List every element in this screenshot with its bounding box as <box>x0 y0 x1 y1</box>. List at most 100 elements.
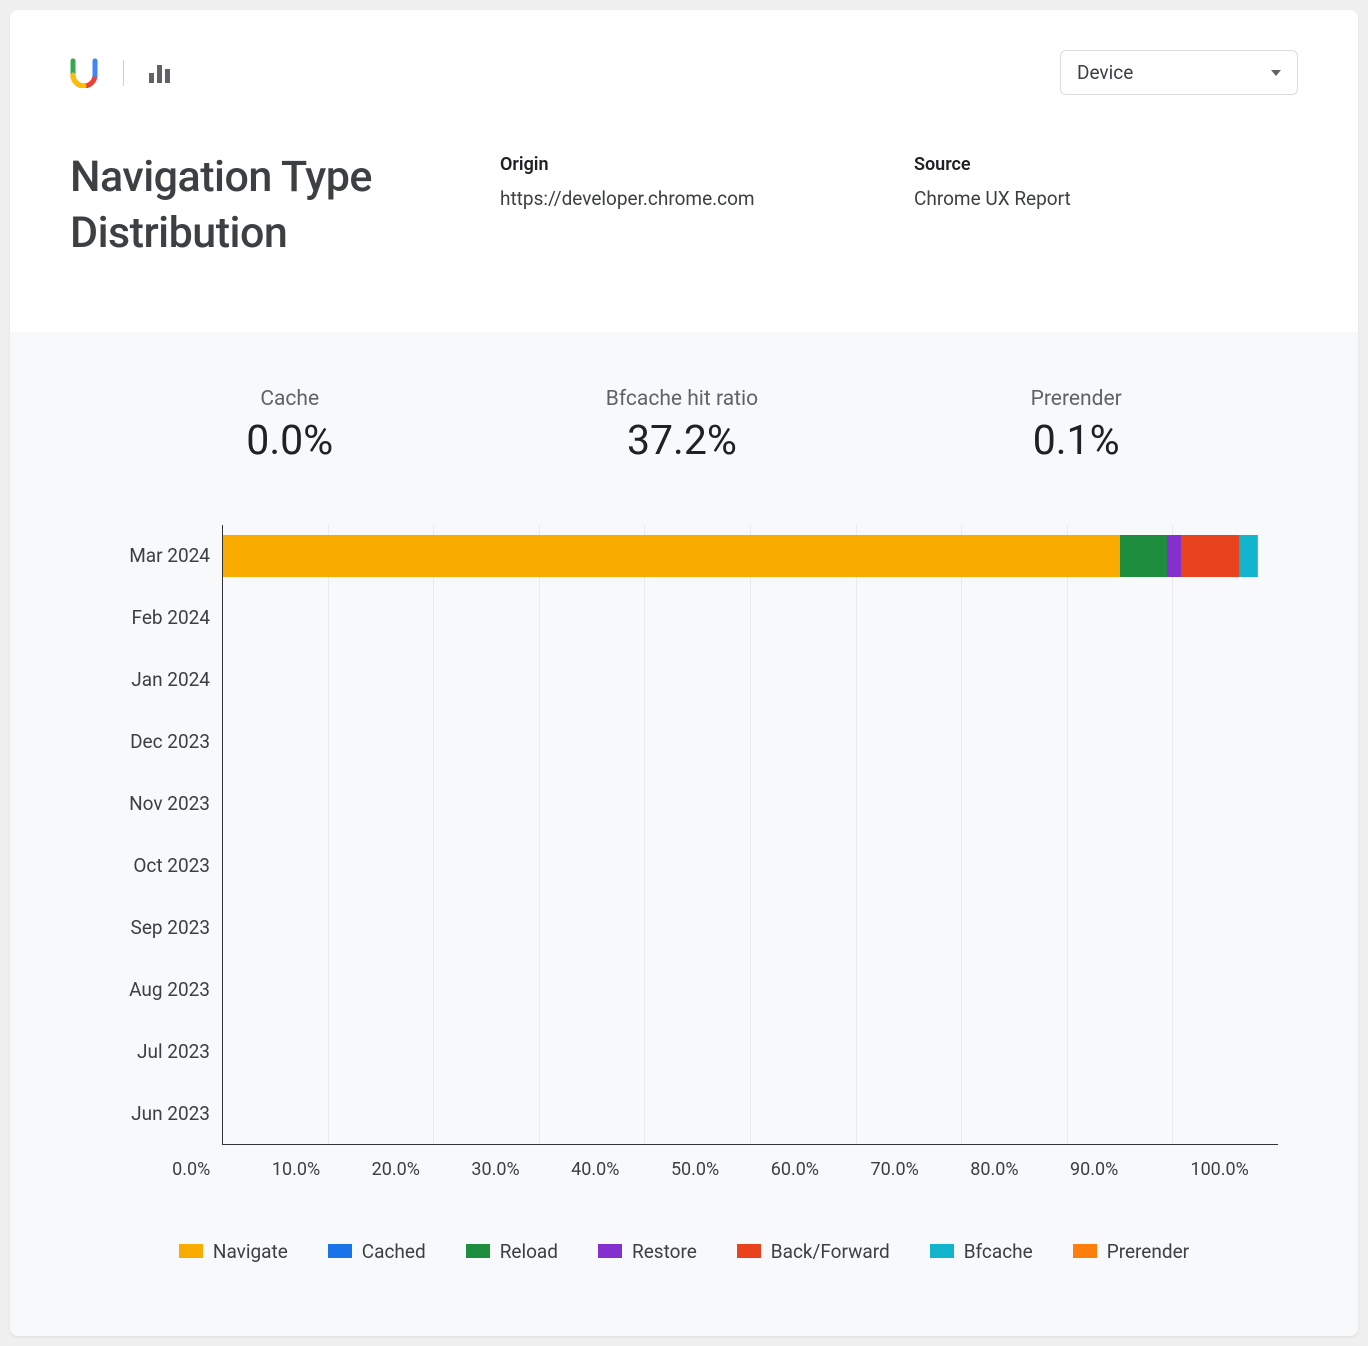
bar-row <box>223 897 1278 959</box>
y-axis-tick: Jan 2024 <box>100 649 210 711</box>
device-dropdown-label: Device <box>1077 61 1133 84</box>
bar-segment <box>1167 535 1181 577</box>
title-row: Navigation Type Distribution Origin http… <box>70 150 1298 262</box>
x-axis: 0.0%10.0%20.0%30.0%40.0%50.0%60.0%70.0%8… <box>222 1159 1278 1180</box>
legend-swatch <box>1073 1244 1097 1258</box>
metric-label: Cache <box>246 387 333 411</box>
legend-swatch <box>737 1244 761 1258</box>
report-page: Device Navigation Type Distribution Orig… <box>10 10 1358 1336</box>
crux-logo-icon <box>70 58 98 88</box>
source-block: Source Chrome UX Report <box>914 150 1298 210</box>
bar-stack <box>223 845 1278 887</box>
bar-row <box>223 711 1278 773</box>
y-axis-tick: Aug 2023 <box>100 959 210 1021</box>
bar-row <box>223 587 1278 649</box>
x-axis-tick: 100.0% <box>1190 1159 1248 1180</box>
bars-container <box>223 525 1278 1144</box>
metric-cache: Cache 0.0% <box>246 387 333 465</box>
vertical-divider <box>123 60 124 86</box>
bar-row <box>223 649 1278 711</box>
legend-item[interactable]: Prerender <box>1073 1240 1189 1263</box>
metrics-row: Cache 0.0% Bfcache hit ratio 37.2% Prere… <box>50 387 1318 465</box>
origin-block: Origin https://developer.chrome.com <box>500 150 884 210</box>
bar-segment <box>1120 535 1167 577</box>
metric-prerender: Prerender 0.1% <box>1031 387 1122 465</box>
chart-wrap: Mar 2024Feb 2024Jan 2024Dec 2023Nov 2023… <box>110 525 1278 1180</box>
x-axis-tick: 80.0% <box>970 1159 1070 1180</box>
bar-row <box>223 1083 1278 1145</box>
header-section: Device Navigation Type Distribution Orig… <box>10 10 1358 332</box>
y-axis-tick: Feb 2024 <box>100 587 210 649</box>
legend-swatch <box>930 1244 954 1258</box>
bar-segment <box>1181 535 1239 577</box>
source-label: Source <box>914 154 1298 175</box>
legend-label: Bfcache <box>964 1240 1033 1263</box>
bar-segment <box>1239 535 1257 577</box>
bar-stack <box>223 1031 1278 1073</box>
legend: Navigate Cached Reload Restore Back/Forward B… <box>50 1240 1318 1263</box>
bar-stack <box>223 1093 1278 1135</box>
bar-row <box>223 959 1278 1021</box>
metric-value: 37.2% <box>606 417 758 465</box>
bar-chart-icon <box>149 63 170 83</box>
metric-bfcache-ratio: Bfcache hit ratio 37.2% <box>606 387 758 465</box>
bar-stack <box>223 659 1278 701</box>
topbar-left <box>70 58 170 88</box>
bar-stack <box>223 721 1278 763</box>
plot-area <box>222 525 1278 1145</box>
bar-row <box>223 835 1278 897</box>
metric-value: 0.1% <box>1031 417 1122 465</box>
y-axis-tick: Oct 2023 <box>100 835 210 897</box>
device-dropdown[interactable]: Device <box>1060 50 1298 95</box>
bar-row <box>223 1021 1278 1083</box>
legend-item[interactable]: Bfcache <box>930 1240 1033 1263</box>
legend-item[interactable]: Navigate <box>179 1240 288 1263</box>
bar-stack <box>223 597 1278 639</box>
legend-label: Restore <box>632 1240 697 1263</box>
legend-item[interactable]: Restore <box>598 1240 697 1263</box>
x-axis-tick: 10.0% <box>272 1159 372 1180</box>
bar-segment <box>1257 535 1258 577</box>
x-axis-tick: 40.0% <box>571 1159 671 1180</box>
bar-segment <box>223 535 1120 577</box>
y-axis-tick: Nov 2023 <box>100 773 210 835</box>
topbar: Device <box>70 50 1298 95</box>
x-axis-tick: 0.0% <box>172 1159 272 1180</box>
x-axis-tick: 50.0% <box>671 1159 771 1180</box>
origin-label: Origin <box>500 154 884 175</box>
bar-row <box>223 773 1278 835</box>
legend-label: Navigate <box>213 1240 288 1263</box>
chevron-down-icon <box>1271 70 1281 76</box>
x-axis-tick: 90.0% <box>1070 1159 1170 1180</box>
metric-value: 0.0% <box>246 417 333 465</box>
legend-item[interactable]: Reload <box>466 1240 558 1263</box>
legend-label: Cached <box>362 1240 426 1263</box>
bar-stack <box>223 783 1278 825</box>
y-axis-tick: Mar 2024 <box>100 525 210 587</box>
legend-swatch <box>179 1244 203 1258</box>
x-axis-tick: 60.0% <box>771 1159 871 1180</box>
x-axis-tick: 20.0% <box>372 1159 472 1180</box>
chart-section: Cache 0.0% Bfcache hit ratio 37.2% Prere… <box>10 332 1358 1336</box>
y-axis-tick: Jul 2023 <box>100 1021 210 1083</box>
bar-row <box>223 525 1278 587</box>
legend-swatch <box>466 1244 490 1258</box>
legend-swatch <box>598 1244 622 1258</box>
legend-label: Back/Forward <box>771 1240 890 1263</box>
legend-label: Reload <box>500 1240 558 1263</box>
legend-item[interactable]: Cached <box>328 1240 426 1263</box>
source-value: Chrome UX Report <box>914 187 1298 210</box>
page-title: Navigation Type Distribution <box>70 150 470 262</box>
bar-stack <box>223 907 1278 949</box>
y-axis-labels: Mar 2024Feb 2024Jan 2024Dec 2023Nov 2023… <box>100 525 210 1145</box>
y-axis-tick: Dec 2023 <box>100 711 210 773</box>
y-axis-tick: Sep 2023 <box>100 897 210 959</box>
x-axis-tick: 70.0% <box>870 1159 970 1180</box>
x-axis-tick: 30.0% <box>471 1159 571 1180</box>
metric-label: Prerender <box>1031 387 1122 411</box>
legend-item[interactable]: Back/Forward <box>737 1240 890 1263</box>
origin-value: https://developer.chrome.com <box>500 187 884 210</box>
legend-label: Prerender <box>1107 1240 1189 1263</box>
bar-stack <box>223 535 1278 577</box>
legend-swatch <box>328 1244 352 1258</box>
